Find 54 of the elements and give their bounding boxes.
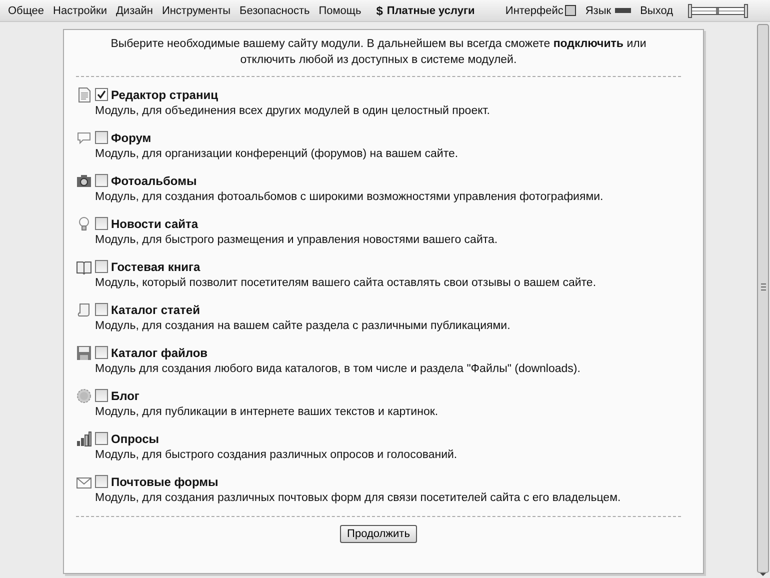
- checkbox[interactable]: [95, 131, 108, 144]
- checkbox[interactable]: [95, 303, 108, 316]
- menu-item[interactable]: Безопасность: [240, 4, 310, 16]
- module-description: Модуль, который позволит посетителям вашего сайта оставлять свои отзывы о вашем сайте.: [94, 276, 598, 291]
- gear-icon: [76, 388, 92, 404]
- checkbox[interactable]: [95, 346, 108, 359]
- menu-item[interactable]: Интерфейс: [505, 4, 564, 16]
- checkbox[interactable]: [95, 88, 108, 101]
- checkbox[interactable]: [95, 260, 108, 273]
- module-name: Опросы: [111, 432, 160, 446]
- menu-item[interactable]: Платные услуги: [386, 4, 475, 16]
- menu-item[interactable]: Инструменты: [162, 4, 231, 16]
- module-description: Модуль, для создания фотоальбомов с широкими возможностями управления фотографиями.: [94, 190, 604, 205]
- checkbox[interactable]: [95, 475, 108, 488]
- menu-item[interactable]: Язык: [585, 4, 612, 16]
- slider-drawing[interactable]: [688, 4, 748, 18]
- menu-item[interactable]: Настройки: [53, 4, 107, 16]
- page-icon: [76, 86, 92, 102]
- checkbox[interactable]: [95, 389, 108, 402]
- bar-chart-icon: [76, 430, 92, 446]
- menu-item[interactable]: Дизайн: [116, 4, 153, 16]
- continue-button[interactable]: Продолжить: [340, 525, 417, 543]
- scrollbar-drawing[interactable]: [756, 22, 770, 578]
- intro-text: Выберите необходимые вашему сайту модули. В дальнейшем вы всегда сможете подключить или отключить любой из доступных в системе модулей.: [110, 37, 648, 68]
- module-description: Модуль, для создания на вашем сайте раздела с различными публикациями.: [94, 319, 512, 334]
- module-description: Модуль, для организации конференций (форумов) на вашем сайте.: [94, 147, 460, 162]
- module-name: Форум: [111, 130, 152, 144]
- speech-bubble-icon: [76, 130, 92, 146]
- module-name: Редактор страниц: [111, 88, 218, 102]
- module-description: Модуль, для создания различных почтовых форм для связи посетителей сайта с его владельцем.: [94, 491, 622, 506]
- module-name: Блог: [111, 388, 140, 402]
- module-description: Модуль, для быстрого размещения и управления новостями вашего сайта.: [94, 233, 499, 248]
- menu-item[interactable]: Общее: [8, 4, 44, 16]
- camera-icon: [76, 172, 92, 188]
- module-description: Модуль, для публикации в интернете ваших текстов и картинок.: [94, 405, 440, 420]
- menu-item[interactable]: Выход: [640, 4, 673, 16]
- module-name: Каталог файлов: [111, 346, 208, 360]
- square-icon[interactable]: [565, 5, 576, 16]
- module-name: Каталог статей: [111, 302, 200, 316]
- checkbox[interactable]: [95, 217, 108, 230]
- scroll-icon: [76, 302, 92, 318]
- lightbulb-icon: [76, 216, 92, 232]
- module-name: Почтовые формы: [111, 474, 218, 488]
- checkbox[interactable]: [95, 432, 108, 445]
- module-name: Новости сайта: [111, 216, 198, 230]
- book-icon: [76, 258, 92, 274]
- module-description: Модуль, для быстрого создания различных опросов и голосований.: [94, 448, 458, 463]
- module-name: Фотоальбомы: [111, 174, 197, 188]
- module-name: Гостевая книга: [111, 260, 200, 274]
- dollar-icon: $: [376, 4, 383, 18]
- module-description: Модуль, для объединения всех других модулей в один целостный проект.: [94, 104, 491, 119]
- checkbox[interactable]: [95, 174, 108, 187]
- menu-item[interactable]: Помощь: [318, 4, 362, 16]
- module-description: Модуль для создания любого вида каталогов, в том числе и раздела "Файлы" (downloads).: [94, 362, 582, 377]
